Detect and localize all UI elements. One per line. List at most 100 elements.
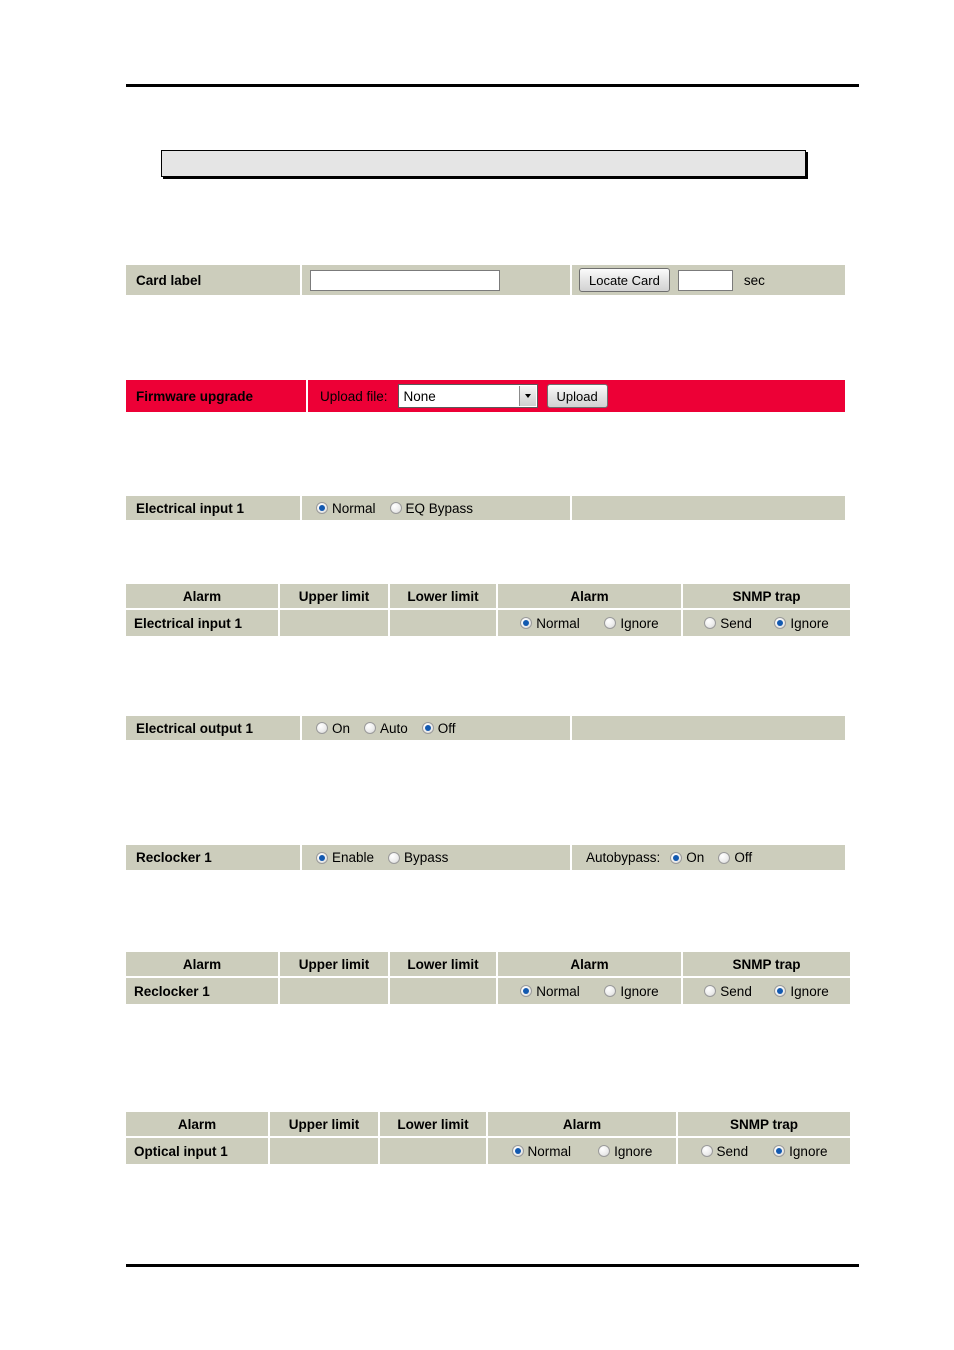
radio-electrical-output-on[interactable]: On (316, 721, 350, 736)
radio-dot-icon (316, 722, 328, 734)
reclocker-1-label: Reclocker 1 (136, 850, 212, 865)
alarm-row-lower-limit[interactable] (390, 610, 498, 636)
radio-label: Enable (332, 850, 375, 865)
radio-electrical-output-auto[interactable]: Auto (364, 721, 408, 736)
radio-snmp-send[interactable]: Send (704, 616, 752, 631)
alarm-row-lower-limit[interactable] (390, 978, 498, 1004)
radio-dot-icon (511, 1145, 524, 1157)
card-label-text: Card label (136, 272, 202, 288)
card-label-row: Card label Locate Card sec (126, 265, 845, 295)
radio-label: Ignore (790, 615, 829, 631)
table-header-row: Alarm Upper limit Lower limit Alarm SNMP… (126, 584, 850, 610)
locate-card-button[interactable]: Locate Card (579, 268, 670, 292)
card-label-input[interactable] (310, 269, 500, 291)
radio-dot-icon (316, 851, 328, 864)
header-alarm-name: Alarm (126, 1112, 270, 1138)
autobypass-label: Autobypass: (586, 850, 661, 865)
alarm-row-upper-limit[interactable] (280, 978, 390, 1004)
radio-label: Auto (380, 720, 408, 736)
radio-dot-icon (421, 722, 434, 734)
table-row: Reclocker 1 Normal Ignore Send Ignore (126, 978, 850, 1004)
radio-dot-icon (598, 1145, 611, 1157)
electrical-output-1-options-cell: On Auto Off (302, 716, 572, 740)
header-lower-limit: Lower limit (390, 584, 498, 610)
radio-dot-icon (773, 1145, 786, 1157)
radio-snmp-ignore[interactable]: Ignore (773, 1144, 827, 1159)
firmware-upgrade-row: Firmware upgrade Upload file: None Uploa… (126, 380, 845, 412)
electrical-input-1-row: Electrical input 1 Normal EQ Bypass (126, 496, 845, 520)
radio-electrical-input-eq-bypass[interactable]: EQ Bypass (389, 501, 473, 516)
radio-dot-icon (364, 722, 377, 734)
firmware-upload-cell: Upload file: None Upload (308, 380, 845, 412)
electrical-input-1-spacer (572, 496, 845, 520)
header-alarm-action: Alarm (498, 584, 683, 610)
table-header-row: Alarm Upper limit Lower limit Alarm SNMP… (126, 952, 850, 978)
card-label-title: Card label (126, 265, 302, 295)
radio-label: Off (734, 850, 753, 865)
radio-snmp-ignore[interactable]: Ignore (774, 983, 829, 999)
radio-label: Bypass (404, 850, 449, 865)
alarm-row-alarm-options: Normal Ignore (498, 610, 683, 636)
radio-reclocker-bypass[interactable]: Bypass (388, 850, 448, 865)
radio-label: On (686, 850, 705, 865)
radio-dot-icon (718, 851, 731, 864)
table-header-row: Alarm Upper limit Lower limit Alarm SNMP… (126, 1112, 850, 1138)
header-snmp-trap: SNMP trap (683, 952, 850, 978)
radio-dot-icon (670, 851, 683, 864)
header-alarm-name: Alarm (126, 584, 280, 610)
upload-file-selected-value: None (403, 388, 436, 404)
header-upper-limit: Upper limit (280, 584, 390, 610)
radio-electrical-output-off[interactable]: Off (421, 721, 456, 736)
header-snmp-trap: SNMP trap (683, 584, 850, 610)
reclocker-1-title: Reclocker 1 (126, 845, 302, 870)
alarm-row-upper-limit[interactable] (280, 610, 390, 636)
autobypass-cell: Autobypass: On Off (572, 845, 845, 870)
alarm-row-upper-limit[interactable] (270, 1138, 380, 1164)
header-lower-limit: Lower limit (390, 952, 498, 978)
alarm-row-name: Reclocker 1 (126, 978, 280, 1004)
radio-dot-icon (774, 985, 787, 997)
radio-dot-icon (774, 617, 787, 629)
electrical-output-1-spacer (572, 716, 845, 740)
table-row: Optical input 1 Normal Ignore Send Ignor… (126, 1138, 850, 1164)
table-row: Electrical input 1 Normal Ignore Send Ig… (126, 610, 850, 636)
header-alarm-action: Alarm (498, 952, 683, 978)
chevron-down-icon[interactable] (518, 386, 536, 406)
radio-snmp-ignore[interactable]: Ignore (774, 615, 829, 631)
upload-button[interactable]: Upload (546, 384, 608, 408)
radio-alarm-normal[interactable]: Normal (520, 984, 580, 999)
radio-dot-icon (704, 617, 717, 629)
header-alarm-action: Alarm (488, 1112, 678, 1138)
locate-seconds-input[interactable] (677, 269, 733, 291)
radio-dot-icon (704, 985, 717, 997)
electrical-input-1-title: Electrical input 1 (126, 496, 302, 520)
electrical-output-1-label: Electrical output 1 (136, 720, 254, 736)
radio-autobypass-on[interactable]: On (670, 850, 704, 865)
radio-alarm-normal[interactable]: Normal (511, 1144, 571, 1159)
radio-snmp-send[interactable]: Send (704, 984, 752, 999)
header-divider (126, 84, 859, 87)
radio-reclocker-enable[interactable]: Enable (316, 850, 374, 865)
seconds-unit-label: sec (743, 272, 765, 288)
radio-label: Ignore (620, 615, 659, 631)
radio-dot-icon (520, 985, 533, 997)
radio-label: On (332, 720, 351, 736)
radio-alarm-ignore[interactable]: Ignore (604, 615, 659, 631)
upload-file-select[interactable]: None (397, 384, 538, 408)
alarm-table-reclocker-1: Alarm Upper limit Lower limit Alarm SNMP… (126, 952, 850, 1004)
radio-alarm-ignore[interactable]: Ignore (598, 1144, 652, 1159)
radio-electrical-input-normal[interactable]: Normal (316, 501, 376, 516)
radio-autobypass-off[interactable]: Off (718, 850, 752, 865)
header-upper-limit: Upper limit (280, 952, 390, 978)
alarm-row-lower-limit[interactable] (380, 1138, 488, 1164)
radio-label: Ignore (790, 983, 829, 999)
radio-alarm-ignore[interactable]: Ignore (604, 984, 659, 999)
alarm-row-alarm-options: Normal Ignore (488, 1138, 678, 1164)
reclocker-1-options-cell: Enable Bypass (302, 845, 572, 870)
card-label-input-cell (302, 265, 572, 295)
upload-file-label: Upload file: (320, 388, 388, 404)
radio-snmp-send[interactable]: Send (700, 1144, 748, 1159)
alarm-row-snmp-options: Send Ignore (683, 978, 850, 1004)
reclocker-1-row: Reclocker 1 Enable Bypass Autobypass: On… (126, 845, 845, 870)
radio-alarm-normal[interactable]: Normal (520, 616, 580, 631)
